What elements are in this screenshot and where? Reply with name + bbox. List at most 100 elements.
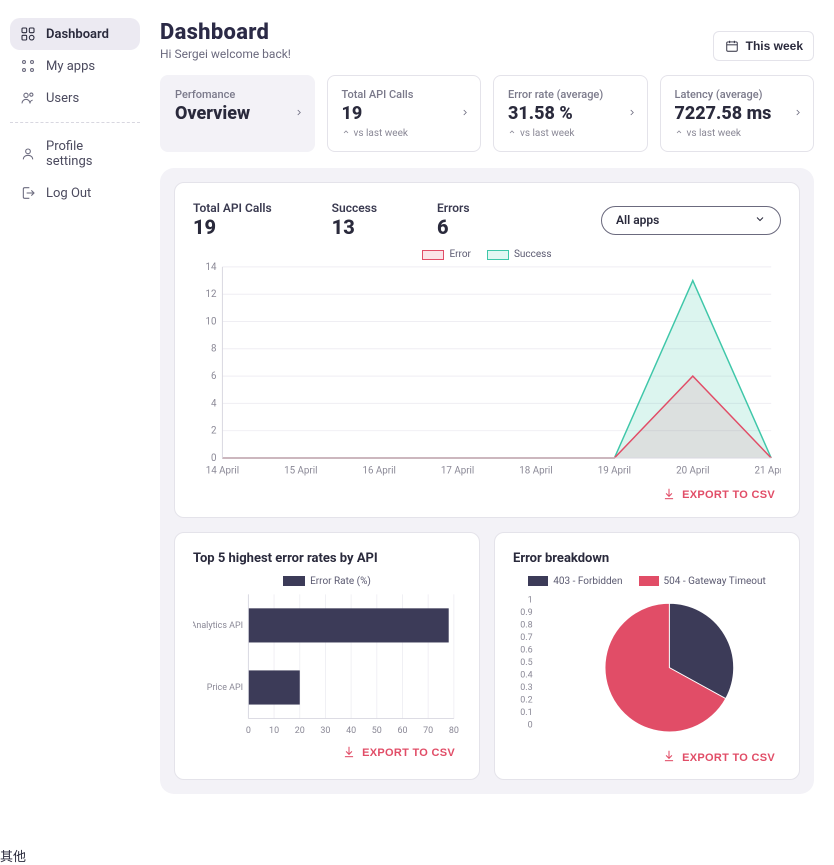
users-icon (20, 90, 36, 106)
apps-icon (20, 58, 36, 74)
svg-text:40: 40 (346, 725, 356, 735)
svg-text:0.9: 0.9 (520, 607, 532, 617)
svg-text:Price API: Price API (207, 683, 243, 693)
svg-text:10: 10 (269, 725, 279, 735)
bar-chart: 0 10 20 30 40 50 60 70 80 Analytics API Price API (193, 589, 461, 736)
period-selector[interactable]: This week (713, 31, 814, 61)
svg-text:19 April: 19 April (598, 466, 631, 477)
legend-item-403: 403 - Forbidden (528, 576, 622, 587)
svg-text:17 April: 17 April (441, 466, 474, 477)
sidebar-separator (10, 122, 140, 123)
stat-label: Error rate (average) (508, 88, 633, 101)
sidebar-item-label: Profile settings (46, 139, 130, 169)
logout-icon (20, 185, 36, 201)
sidebar-item-dashboard[interactable]: Dashboard (10, 18, 140, 50)
svg-text:2: 2 (211, 426, 217, 437)
metric-success: Success 13 (332, 201, 377, 239)
svg-text:0.6: 0.6 (520, 645, 532, 655)
svg-text:18 April: 18 April (519, 466, 552, 477)
stat-compare: vs last week (508, 128, 633, 139)
legend-swatch (639, 576, 659, 586)
svg-text:70: 70 (423, 725, 433, 735)
grid-icon (20, 26, 36, 42)
svg-text:12: 12 (206, 289, 217, 300)
stat-label: Perfomance (175, 88, 300, 101)
stat-compare: vs last week (675, 128, 800, 139)
svg-text:50: 50 (372, 725, 382, 735)
stat-label: Total API Calls (342, 88, 467, 101)
card-title: Error breakdown (513, 551, 781, 566)
calendar-icon (724, 38, 740, 54)
app-selector[interactable]: All apps (601, 206, 781, 235)
stat-card-latency[interactable]: Latency (average) 7227.58 ms vs last wee… (660, 75, 815, 152)
sidebar-item-myapps[interactable]: My apps (10, 50, 140, 82)
stat-value: 7227.58 ms (675, 103, 800, 124)
chevron-right-icon (294, 106, 304, 121)
svg-text:80: 80 (449, 725, 459, 735)
download-icon (662, 487, 676, 504)
overview-card: Total API Calls 19 Success 13 Errors 6 A… (174, 182, 800, 518)
sidebar-item-label: Users (46, 91, 79, 106)
stat-value: Overview (175, 103, 300, 124)
stat-value: 19 (342, 103, 467, 124)
export-csv-toperrors[interactable]: EXPORT TO CSV (336, 744, 461, 763)
svg-text:6: 6 (211, 371, 217, 382)
card-title: Top 5 highest error rates by API (193, 551, 461, 566)
svg-text:10: 10 (206, 316, 217, 327)
chevron-down-icon (754, 213, 766, 228)
svg-text:15 April: 15 April (284, 466, 317, 477)
export-csv-breakdown[interactable]: EXPORT TO CSV (656, 748, 781, 767)
breakdown-card: Error breakdown 403 - Forbidden 504 - Ga… (494, 532, 800, 781)
chevron-right-icon (627, 106, 637, 121)
caret-up-icon (342, 128, 350, 139)
sidebar-item-label: Dashboard (46, 27, 109, 42)
chevron-right-icon (460, 106, 470, 121)
legend-item-errorrate: Error Rate (%) (283, 576, 371, 587)
main-chart: Error Success 0246810121414 April15 Apri… (193, 249, 781, 478)
chevron-right-icon (793, 106, 803, 121)
overview-metrics: Total API Calls 19 Success 13 Errors 6 A… (193, 201, 781, 239)
period-label: This week (746, 39, 803, 53)
svg-text:0: 0 (246, 725, 251, 735)
svg-text:0: 0 (211, 453, 217, 464)
svg-text:0: 0 (528, 720, 533, 730)
download-icon (662, 749, 676, 766)
legend-item-504: 504 - Gateway Timeout (639, 576, 766, 587)
sidebar-item-label: Log Out (46, 186, 91, 201)
sidebar-item-users[interactable]: Users (10, 82, 140, 114)
svg-text:60: 60 (397, 725, 407, 735)
stat-card-errorrate[interactable]: Error rate (average) 31.58 % vs last wee… (493, 75, 648, 152)
svg-text:20: 20 (295, 725, 305, 735)
svg-text:0.8: 0.8 (520, 620, 532, 630)
svg-text:0.2: 0.2 (520, 695, 532, 705)
sidebar: Dashboard My apps Users Profile settings (0, 0, 150, 846)
page-subtitle: Hi Sergei welcome back! (160, 47, 291, 61)
legend-swatch (422, 250, 444, 260)
legend-swatch (528, 576, 548, 586)
metric-errors: Errors 6 (437, 201, 470, 239)
svg-text:8: 8 (211, 344, 217, 355)
sidebar-item-label: My apps (46, 59, 95, 74)
legend-swatch (487, 250, 509, 260)
pie-chart: 00.10.20.30.40.50.60.70.80.91 (513, 589, 781, 741)
stat-compare: vs last week (342, 128, 467, 139)
svg-text:14 April: 14 April (206, 466, 239, 477)
legend-item-error: Error (422, 249, 470, 260)
stat-value: 31.58 % (508, 103, 633, 124)
svg-text:Analytics API: Analytics API (193, 621, 243, 631)
svg-text:0.4: 0.4 (520, 670, 532, 680)
page-title: Dashboard (160, 20, 291, 45)
stat-cards: Perfomance Overview Total API Calls 19 v… (160, 75, 814, 152)
svg-text:0.7: 0.7 (520, 633, 532, 643)
stat-label: Latency (average) (675, 88, 800, 101)
svg-text:30: 30 (320, 725, 330, 735)
stat-card-overview[interactable]: Perfomance Overview (160, 75, 315, 152)
svg-text:0.3: 0.3 (520, 683, 532, 693)
stat-card-apicalls[interactable]: Total API Calls 19 vs last week (327, 75, 482, 152)
svg-text:20 April: 20 April (676, 466, 709, 477)
export-csv-main[interactable]: EXPORT TO CSV (656, 486, 781, 505)
sidebar-item-profile[interactable]: Profile settings (10, 131, 140, 177)
app-selector-value: All apps (616, 213, 659, 227)
chart-legend: Error Rate (%) (193, 576, 461, 587)
sidebar-item-logout[interactable]: Log Out (10, 177, 140, 209)
